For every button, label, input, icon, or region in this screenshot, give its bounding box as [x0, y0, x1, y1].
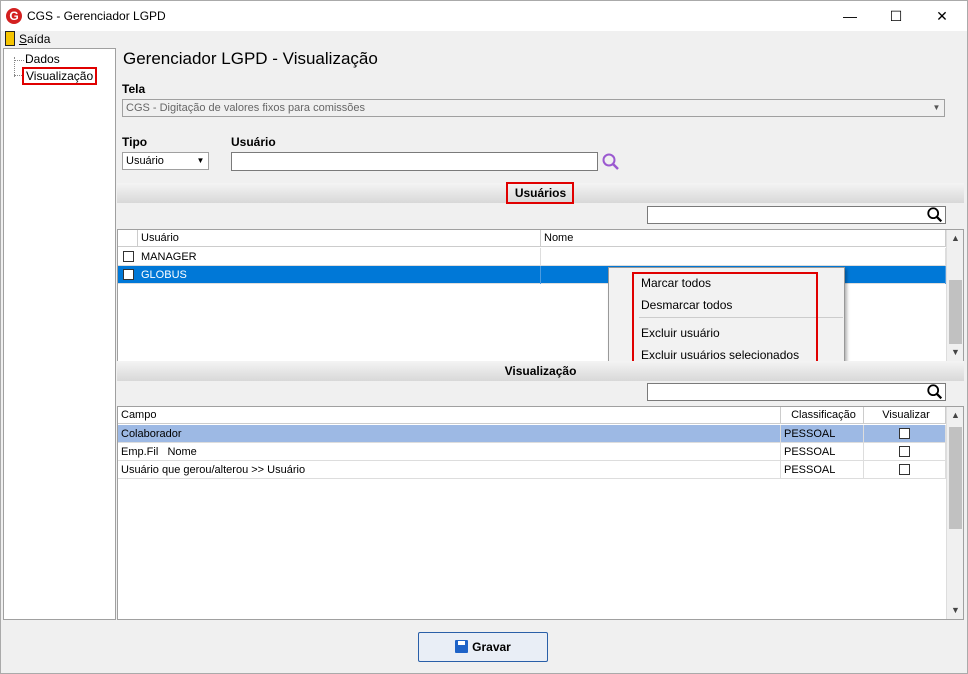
scroll-up-icon[interactable]: ▲ — [947, 407, 964, 424]
floppy-disk-icon — [455, 640, 469, 653]
window-title: CGS - Gerenciador LGPD — [27, 9, 166, 23]
scroll-down-icon[interactable]: ▼ — [947, 344, 964, 361]
cell-usuario: GLOBUS — [138, 266, 541, 284]
scroll-thumb[interactable] — [949, 280, 962, 344]
page-title: Gerenciador LGPD - Visualização — [123, 49, 378, 68]
menu-bar: Saída — [1, 31, 967, 47]
visualizacao-section-title: Visualização — [504, 364, 577, 378]
tela-select-value: CGS - Digitação de valores fixos para co… — [126, 102, 366, 114]
cell-nome — [541, 248, 946, 266]
column-header-visualizar[interactable]: Visualizar — [864, 407, 946, 424]
visualizar-checkbox[interactable] — [899, 446, 910, 457]
minimize-button[interactable]: — — [827, 1, 873, 31]
navigation-tree: Dados Visualização — [3, 48, 116, 620]
cell-visualizar — [864, 425, 946, 443]
grid-header: Campo Classificação Visualizar — [118, 407, 946, 424]
search-icon[interactable] — [926, 383, 944, 401]
menu-saida[interactable]: Saída — [19, 32, 50, 46]
tipo-label: Tipo — [122, 135, 148, 149]
annotation-highlight — [506, 182, 574, 204]
usuario-input[interactable] — [231, 152, 598, 171]
usuario-label: Usuário — [231, 135, 276, 149]
chevron-down-icon: ▼ — [932, 103, 941, 112]
row-checkbox[interactable] — [123, 269, 134, 280]
grid-header: Usuário Nome — [118, 230, 946, 247]
scroll-down-icon[interactable]: ▼ — [947, 602, 964, 619]
cell-campo: Usuário que gerou/alterou >> Usuário — [118, 461, 781, 479]
cell-classificacao: PESSOAL — [781, 425, 864, 443]
column-header-classificacao[interactable]: Classificação — [781, 407, 864, 424]
scroll-up-icon[interactable]: ▲ — [947, 230, 964, 247]
table-row[interactable]: Usuário que gerou/alterou >> Usuário PES… — [118, 461, 946, 479]
annotation-highlight — [632, 272, 818, 366]
context-menu: Marcar todos Desmarcar todos Excluir usu… — [608, 267, 845, 367]
maximize-button[interactable]: ☐ — [873, 1, 919, 31]
column-header-usuario[interactable]: Usuário — [138, 230, 541, 247]
tipo-select-value: Usuário — [126, 155, 164, 167]
visualizar-checkbox[interactable] — [899, 428, 910, 439]
visualizacao-section-header: Visualização — [117, 361, 964, 381]
tree-connector — [14, 60, 24, 61]
chevron-down-icon: ▼ — [196, 156, 205, 165]
scroll-thumb[interactable] — [949, 427, 962, 529]
cell-usuario: MANAGER — [138, 248, 541, 266]
usuarios-scrollbar[interactable]: ▲ ▼ — [946, 230, 963, 361]
table-row[interactable]: Colaborador PESSOAL — [118, 425, 946, 443]
exit-door-icon — [5, 31, 15, 46]
usuarios-search-input[interactable] — [647, 206, 946, 224]
column-header-nome[interactable]: Nome — [541, 230, 946, 247]
cell-campo: Colaborador — [118, 425, 781, 443]
tipo-select[interactable]: Usuário ▼ — [122, 152, 209, 170]
app-window: G CGS - Gerenciador LGPD — ☐ ✕ Saída Dad… — [0, 0, 968, 674]
table-row[interactable]: MANAGER — [118, 248, 946, 266]
column-header-campo[interactable]: Campo — [118, 407, 781, 424]
visualizar-checkbox[interactable] — [899, 464, 910, 475]
cell-classificacao: PESSOAL — [781, 443, 864, 461]
cell-classificacao: PESSOAL — [781, 461, 864, 479]
tree-item-visualizacao[interactable]: Visualização — [22, 67, 98, 85]
gravar-label: Gravar — [472, 640, 511, 654]
tela-label: Tela — [122, 82, 146, 96]
header-checkbox-col — [118, 230, 138, 247]
tree-item-dados[interactable]: Dados — [25, 52, 60, 66]
title-bar: G CGS - Gerenciador LGPD — ☐ ✕ — [1, 1, 967, 31]
visualizacao-search-input[interactable] — [647, 383, 946, 401]
close-button[interactable]: ✕ — [919, 1, 965, 31]
app-logo-icon: G — [6, 8, 22, 24]
visualizacao-scrollbar[interactable]: ▲ ▼ — [946, 407, 963, 619]
row-checkbox[interactable] — [123, 251, 134, 262]
cell-visualizar — [864, 443, 946, 461]
search-icon[interactable] — [926, 206, 944, 224]
cell-visualizar — [864, 461, 946, 479]
visualizacao-grid: Campo Classificação Visualizar Colaborad… — [117, 406, 964, 620]
table-row[interactable]: Emp.Fil Nome PESSOAL — [118, 443, 946, 461]
cell-campo: Emp.Fil Nome — [118, 443, 781, 461]
tela-select[interactable]: CGS - Digitação de valores fixos para co… — [122, 99, 945, 117]
gravar-button[interactable]: Gravar — [418, 632, 548, 662]
search-icon[interactable] — [601, 152, 621, 172]
